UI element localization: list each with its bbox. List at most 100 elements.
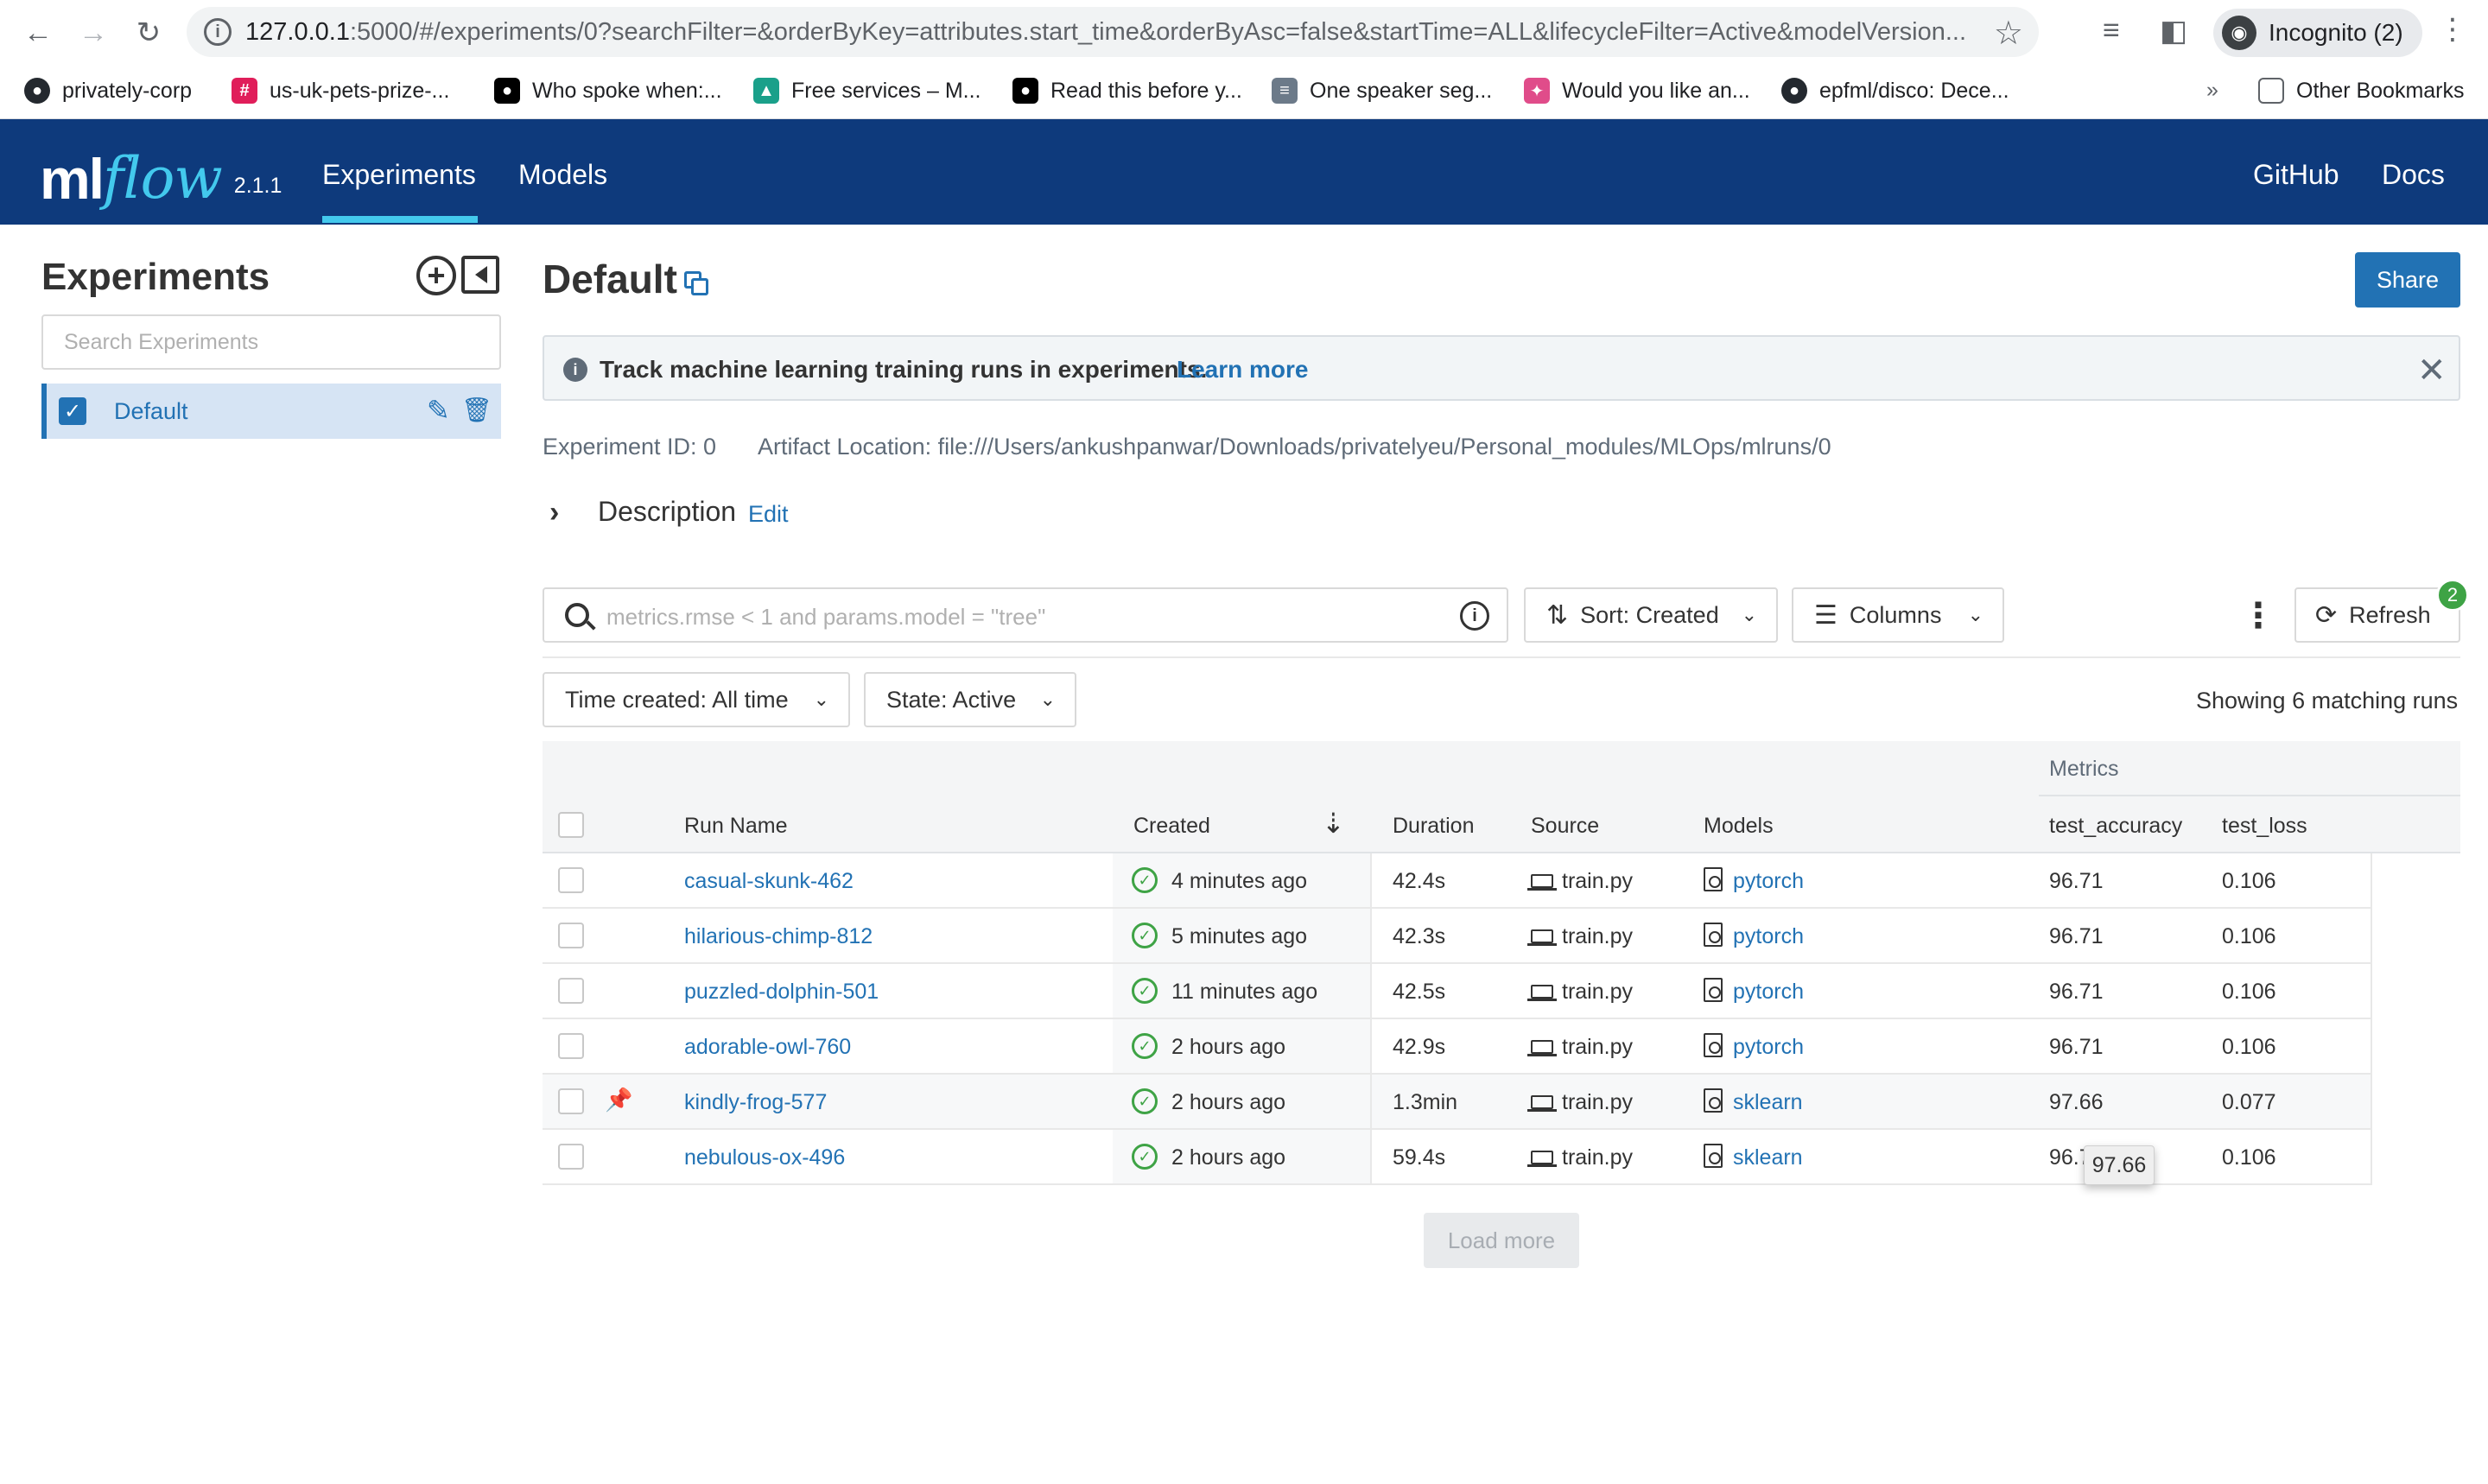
url-text[interactable]: 127.0.0.1:5000/#/experiments/0?searchFil… <box>245 18 1973 47</box>
run-search-box[interactable]: i <box>543 587 1508 643</box>
bookmark-star-icon[interactable]: ☆ <box>1994 14 2023 53</box>
select-all-checkbox[interactable] <box>558 812 584 838</box>
browser-menu-icon[interactable]: ⋮ <box>2438 12 2467 47</box>
time-filter-label: Time created: All time <box>565 686 789 713</box>
model-link[interactable]: pytorch <box>1733 869 1804 894</box>
header-models[interactable]: Models <box>1704 814 1774 839</box>
nav-docs[interactable]: Docs <box>2382 159 2445 191</box>
model-link[interactable]: sklearn <box>1733 1145 1803 1170</box>
header-test-accuracy[interactable]: test_accuracy <box>2049 814 2182 839</box>
run-name-link[interactable]: nebulous-ox-496 <box>684 1145 845 1170</box>
table-row: adorable-owl-760 ✓ 2 hours ago 42.9s tra… <box>543 1019 2372 1075</box>
incognito-label: Incognito (2) <box>2269 19 2403 46</box>
forward-icon[interactable]: → <box>73 12 114 54</box>
bookmark-item[interactable]: ● epfml/disco: Dece... <box>1781 78 2009 104</box>
time-created-filter[interactable]: Time created: All time ⌄ <box>543 672 850 727</box>
description-label[interactable]: Description <box>598 496 736 528</box>
site-info-icon[interactable]: i <box>204 18 232 46</box>
row-checkbox[interactable] <box>558 978 584 1004</box>
trash-icon[interactable]: 🗑 <box>461 396 492 424</box>
add-experiment-icon[interactable]: + <box>416 256 456 295</box>
more-options-icon[interactable]: ⋮ <box>2241 596 2275 636</box>
experiment-title: Default <box>543 257 677 301</box>
address-bar[interactable]: i 127.0.0.1:5000/#/experiments/0?searchF… <box>187 7 2039 57</box>
divider <box>1370 909 1372 962</box>
row-checkbox[interactable] <box>558 923 584 948</box>
model-link[interactable]: pytorch <box>1733 924 1804 949</box>
search-icon <box>565 603 589 627</box>
model-link[interactable]: pytorch <box>1733 1035 1804 1060</box>
active-nav-indicator <box>322 216 478 223</box>
close-icon[interactable]: ✕ <box>2417 351 2447 390</box>
sidebar-item-default[interactable]: ✓ Default ✎ 🗑 <box>41 384 501 439</box>
share-button[interactable]: Share <box>2355 252 2460 308</box>
chevron-right-icon[interactable]: › <box>549 496 559 530</box>
state-filter[interactable]: State: Active ⌄ <box>864 672 1076 727</box>
run-name-link[interactable]: adorable-owl-760 <box>684 1035 851 1060</box>
other-bookmarks[interactable]: Other Bookmarks <box>2258 78 2465 104</box>
header-created[interactable]: Created <box>1133 814 1210 839</box>
bookmarks-bar: ● privately-corp # us-uk-pets-prize-... ● W… <box>0 66 2488 119</box>
collapse-sidebar-icon[interactable] <box>461 256 499 294</box>
table-row: hilarious-chimp-812 ✓ 5 minutes ago 42.3… <box>543 909 2372 964</box>
side-panel-icon[interactable]: ◧ <box>2160 14 2187 48</box>
header-duration[interactable]: Duration <box>1393 814 1475 839</box>
success-check-icon: ✓ <box>1132 1033 1158 1059</box>
experiment-id: Experiment ID: 0 <box>543 434 717 460</box>
bookmark-item[interactable]: ● Read this before y... <box>1012 78 1242 104</box>
row-checkbox[interactable] <box>558 1088 584 1114</box>
incognito-badge[interactable]: ◉ Incognito (2) <box>2213 9 2422 57</box>
chevron-down-icon: ⌄ <box>1039 688 1056 710</box>
info-icon[interactable]: i <box>1460 601 1489 631</box>
copy-icon[interactable] <box>684 271 708 295</box>
run-search-input[interactable] <box>606 599 1384 634</box>
load-more-button[interactable]: Load more <box>1424 1213 1579 1268</box>
columns-dropdown[interactable]: ☰ Columns ⌄ <box>1792 587 2004 643</box>
sort-descending-icon[interactable]: ⇣ <box>1322 807 1345 840</box>
row-checkbox[interactable] <box>558 1144 584 1170</box>
nav-models[interactable]: Models <box>518 159 607 191</box>
back-icon[interactable]: ← <box>17 12 59 54</box>
nav-github[interactable]: GitHub <box>2253 159 2339 191</box>
logo-ml: ml <box>40 147 105 211</box>
model-link[interactable]: sklearn <box>1733 1090 1803 1115</box>
mlflow-logo[interactable]: ml flow 2.1.1 <box>40 136 282 211</box>
model-icon <box>1704 978 1723 1002</box>
success-check-icon: ✓ <box>1132 978 1158 1004</box>
bookmark-item[interactable]: ✦ Would you like an... <box>1524 78 1750 104</box>
reload-icon[interactable]: ↻ <box>128 12 169 54</box>
model-link[interactable]: pytorch <box>1733 980 1804 1005</box>
row-checkbox[interactable] <box>558 867 584 893</box>
columns-label: Columns <box>1849 601 1942 628</box>
run-name-link[interactable]: casual-skunk-462 <box>684 869 854 894</box>
bookmark-item[interactable]: ● privately-corp <box>24 78 192 104</box>
run-name-link[interactable]: kindly-frog-577 <box>684 1090 827 1115</box>
bookmark-item[interactable]: # us-uk-pets-prize-... <box>232 78 449 104</box>
header-source[interactable]: Source <box>1531 814 1599 839</box>
header-test-loss[interactable]: test_loss <box>2222 814 2307 839</box>
nav-experiments[interactable]: Experiments <box>322 159 476 191</box>
header-run-name[interactable]: Run Name <box>684 814 788 839</box>
row-checkbox[interactable] <box>558 1033 584 1059</box>
divider <box>1370 1019 1372 1073</box>
bookmark-item[interactable]: ≡ One speaker seg... <box>1272 78 1492 104</box>
sort-dropdown[interactable]: ⇅ Sort: Created ⌄ <box>1524 587 1778 643</box>
model-icon <box>1704 1033 1723 1057</box>
search-experiments-input[interactable] <box>41 314 501 370</box>
edit-icon[interactable]: ✎ <box>427 394 450 427</box>
table-row: casual-skunk-462 ✓ 4 minutes ago 42.4s t… <box>543 853 2372 909</box>
checkbox-checked-icon[interactable]: ✓ <box>59 397 86 425</box>
model-icon <box>1704 923 1723 947</box>
reading-list-icon[interactable]: ≡ <box>2103 14 2120 48</box>
bookmark-item[interactable]: ● Who spoke when:... <box>494 78 722 104</box>
description-edit-link[interactable]: Edit <box>748 501 789 528</box>
run-name-link[interactable]: puzzled-dolphin-501 <box>684 980 879 1005</box>
pin-icon[interactable]: 📌 <box>605 1087 632 1113</box>
learn-more-link[interactable]: Learn more <box>1177 356 1309 384</box>
run-name-link[interactable]: hilarious-chimp-812 <box>684 924 873 949</box>
success-check-icon: ✓ <box>1132 867 1158 893</box>
bookmark-item[interactable]: ▲ Free services – M... <box>753 78 981 104</box>
bookmarks-overflow-button[interactable]: » <box>2206 78 2218 103</box>
test-loss: 0.077 <box>2222 1090 2276 1114</box>
bookmark-label: epfml/disco: Dece... <box>1819 78 2009 103</box>
